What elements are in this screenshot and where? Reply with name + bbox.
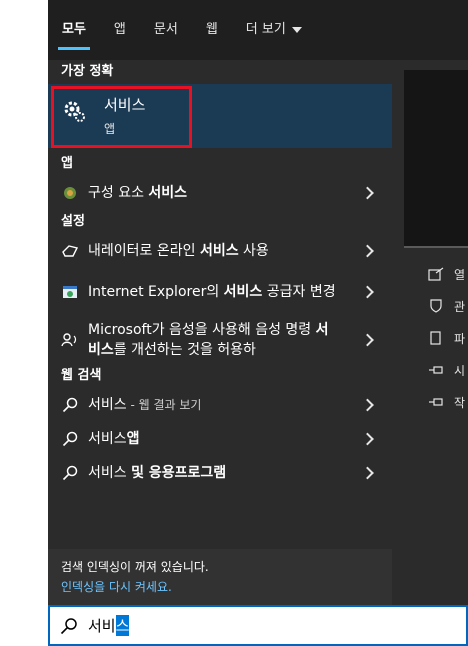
search-icon [60,395,80,415]
action-label: 파 [454,331,466,346]
internet-options-icon [60,282,80,302]
tab-more[interactable]: 더 보기 [246,0,302,60]
search-icon [60,463,80,483]
preview-pane: 열 관 파 시 작 [392,60,468,605]
list-item-label: 서비스앱 [88,431,140,447]
list-item[interactable]: 서비스 및 응용프로그램 [48,456,392,490]
chevron-right-icon[interactable] [361,186,374,200]
open-icon [428,267,444,281]
best-match-subtitle: 앱 [104,122,116,136]
section-apps: 앱 [61,156,73,171]
chevron-right-icon[interactable] [361,432,374,446]
list-item-label: 서비스 - 웹 결과 보기 [88,397,202,413]
desktop-background [0,0,48,646]
shield-icon [430,299,442,313]
action-pin-to-start[interactable]: 시 [428,360,468,380]
file-icon [430,331,441,345]
chevron-right-icon[interactable] [361,466,374,480]
pin-taskbar-icon [429,398,443,406]
component-services-icon [60,183,80,203]
best-match-item[interactable]: 서비스 앱 [48,84,392,148]
preview-divider [404,246,468,248]
chevron-down-icon [291,26,302,33]
list-item[interactable]: 서비스앱 [48,422,392,456]
narrator-icon [60,241,80,261]
list-item-label: 서비스 및 응용프로그램 [88,465,227,481]
results-list: 가장 정확 서비스 앱 앱 구성 요소 서비스 설정 내레이터로 온라인 서비스… [48,60,392,605]
chevron-right-icon[interactable] [361,285,374,299]
search-icon [60,617,77,634]
action-run-as-admin[interactable]: 관 [428,296,468,316]
search-input-selection[interactable]: 스 [115,615,130,636]
action-label: 열 [454,267,466,282]
list-item[interactable]: Internet Explorer의 서비스 공급자 변경 [48,268,392,316]
search-icon [60,429,80,449]
action-pin-to-taskbar[interactable]: 작 [428,392,468,412]
tab-apps[interactable]: 앱 [114,0,126,60]
action-label: 작 [454,395,466,410]
enable-indexing-link[interactable]: 인덱싱을 다시 켜세요. [61,577,379,597]
chevron-right-icon[interactable] [361,244,374,258]
filter-tabs: 모두 앱 문서 웹 더 보기 [48,0,468,60]
section-web-search: 웹 검색 [61,368,102,383]
section-settings: 설정 [61,214,85,229]
speech-icon [60,330,80,350]
list-item-label: 내레이터로 온라인 서비스 사용 [88,243,269,259]
chevron-right-icon[interactable] [361,333,374,347]
tab-all[interactable]: 모두 [58,0,90,60]
list-item[interactable]: 내레이터로 온라인 서비스 사용 [48,234,392,268]
action-open[interactable]: 열 [428,264,468,284]
tab-web[interactable]: 웹 [206,0,218,60]
search-input-text[interactable]: 서비 [88,615,116,636]
list-item-label: Internet Explorer의 서비스 공급자 변경 [88,284,336,300]
list-item-label: Microsoft가 음성을 사용해 음성 명령 서비스를 개선하는 것을 허용… [88,322,329,358]
tab-documents[interactable]: 문서 [154,0,178,60]
pin-start-icon [429,366,443,374]
action-label: 관 [454,299,466,314]
section-best-match: 가장 정확 [61,64,114,79]
indexing-notice: 검색 인덱싱이 꺼져 있습니다. 인덱싱을 다시 켜세요. [48,549,392,605]
indexing-notice-text: 검색 인덱싱이 꺼져 있습니다. [61,560,209,574]
best-match-title: 서비스 [104,96,146,114]
search-box[interactable]: 서비 스 [48,605,468,646]
preview-header [404,70,468,246]
tab-more-label: 더 보기 [245,22,286,37]
list-item[interactable]: 구성 요소 서비스 [48,176,392,210]
list-item[interactable]: Microsoft가 음성을 사용해 음성 명령 서비스를 개선하는 것을 허용… [48,316,392,364]
action-label: 시 [454,363,466,378]
action-open-file-location[interactable]: 파 [428,328,468,348]
gear-icon [64,101,85,122]
list-item[interactable]: 서비스 - 웹 결과 보기 [48,388,392,422]
start-search-panel: 모두 앱 문서 웹 더 보기 가장 정확 서비스 앱 앱 구성 요소 서비스 설… [48,0,468,605]
list-item-label: 구성 요소 서비스 [88,185,188,201]
chevron-right-icon[interactable] [361,398,374,412]
